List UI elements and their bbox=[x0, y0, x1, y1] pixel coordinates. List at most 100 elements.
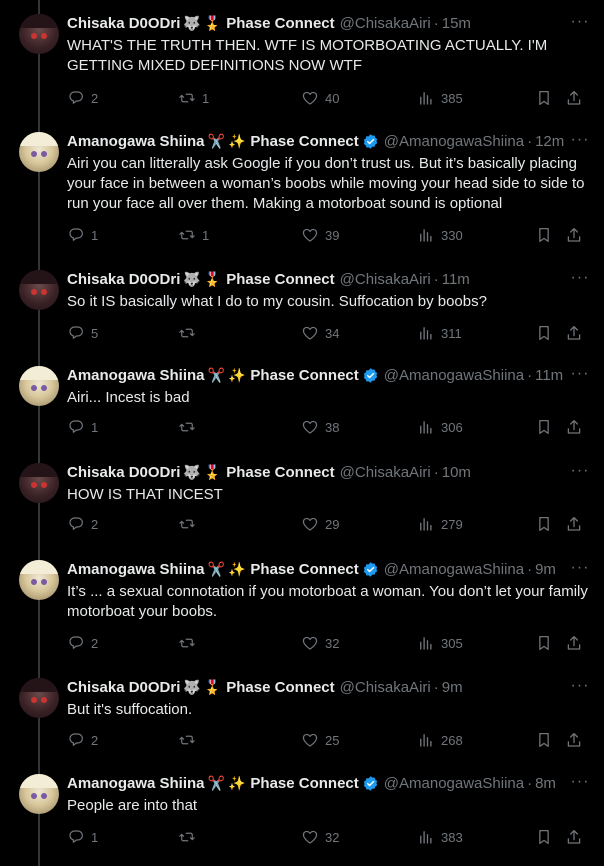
reply-button[interactable]: 1 bbox=[67, 417, 98, 437]
views-button[interactable]: 383 bbox=[417, 827, 463, 847]
timestamp[interactable]: 11m bbox=[442, 271, 470, 288]
like-button[interactable]: 34 bbox=[301, 323, 339, 343]
more-options-icon[interactable]: ··· bbox=[570, 558, 590, 578]
timestamp[interactable]: 11m bbox=[535, 367, 563, 384]
share-button[interactable] bbox=[565, 827, 583, 847]
bookmark-button[interactable] bbox=[535, 225, 553, 245]
handle[interactable]: @ChisakaAiri bbox=[340, 271, 431, 288]
more-options-icon[interactable]: ··· bbox=[570, 364, 590, 384]
more-options-icon[interactable]: ··· bbox=[570, 772, 590, 792]
display-name[interactable]: Amanogawa Shiina ✂️ ✨ Phase Connect bbox=[67, 775, 379, 792]
views-button[interactable]: 330 bbox=[417, 225, 463, 245]
reply-button[interactable]: 2 bbox=[67, 633, 98, 653]
display-name[interactable]: Chisaka D0ODri 🐺 🎖️ Phase Connect bbox=[67, 15, 335, 32]
bookmark-button[interactable] bbox=[535, 88, 553, 108]
display-name[interactable]: Amanogawa Shiina ✂️ ✨ Phase Connect bbox=[67, 133, 379, 150]
tweet[interactable]: Chisaka D0ODri 🐺 🎖️ Phase Connect @Chisa… bbox=[0, 256, 604, 352]
handle[interactable]: @ChisakaAiri bbox=[340, 15, 431, 32]
timestamp[interactable]: 9m bbox=[442, 679, 463, 696]
bookmark-button[interactable] bbox=[535, 323, 553, 343]
retweet-button[interactable]: 1 bbox=[178, 225, 209, 245]
timestamp[interactable]: 10m bbox=[442, 464, 471, 481]
views-button[interactable]: 385 bbox=[417, 88, 463, 108]
retweet-button[interactable] bbox=[178, 514, 202, 534]
views-button[interactable]: 268 bbox=[417, 730, 463, 750]
display-name[interactable]: Chisaka D0ODri 🐺 🎖️ Phase Connect bbox=[67, 271, 335, 288]
tweet[interactable]: Chisaka D0ODri 🐺 🎖️ Phase Connect @Chisa… bbox=[0, 449, 604, 546]
handle[interactable]: @AmanogawaShiina bbox=[384, 561, 524, 578]
display-name[interactable]: Amanogawa Shiina ✂️ ✨ Phase Connect bbox=[67, 367, 379, 384]
bookmark-icon bbox=[539, 635, 549, 651]
bookmark-button[interactable] bbox=[535, 633, 553, 653]
share-button[interactable] bbox=[565, 633, 583, 653]
avatar[interactable] bbox=[19, 366, 59, 406]
tweet[interactable]: Amanogawa Shiina ✂️ ✨ Phase Connect @Ama… bbox=[0, 118, 604, 256]
timestamp[interactable]: 8m bbox=[535, 775, 556, 792]
tweet[interactable]: Chisaka D0ODri 🐺 🎖️ Phase Connect @Chisa… bbox=[0, 664, 604, 760]
share-button[interactable] bbox=[565, 514, 583, 534]
share-button[interactable] bbox=[565, 88, 583, 108]
timestamp[interactable]: 12m bbox=[535, 133, 564, 150]
share-button[interactable] bbox=[565, 225, 583, 245]
like-button[interactable]: 38 bbox=[301, 417, 339, 437]
name-emoji: 🎖️ bbox=[203, 15, 222, 31]
views-button[interactable]: 311 bbox=[417, 323, 462, 343]
reply-button[interactable]: 2 bbox=[67, 730, 98, 750]
bookmark-button[interactable] bbox=[535, 827, 553, 847]
avatar[interactable] bbox=[19, 774, 59, 814]
retweet-button[interactable] bbox=[178, 633, 202, 653]
share-button[interactable] bbox=[565, 417, 583, 437]
handle[interactable]: @AmanogawaShiina bbox=[384, 133, 524, 150]
handle[interactable]: @ChisakaAiri bbox=[340, 679, 431, 696]
more-options-icon[interactable]: ··· bbox=[570, 268, 590, 288]
more-options-icon[interactable]: ··· bbox=[570, 676, 590, 696]
views-button[interactable]: 305 bbox=[417, 633, 463, 653]
bookmark-button[interactable] bbox=[535, 417, 553, 437]
like-button[interactable]: 32 bbox=[301, 633, 339, 653]
handle[interactable]: @AmanogawaShiina bbox=[384, 775, 524, 792]
like-button[interactable]: 25 bbox=[301, 730, 339, 750]
display-name-text: Amanogawa Shiina bbox=[67, 132, 205, 150]
tweet[interactable]: Amanogawa Shiina ✂️ ✨ Phase Connect @Ama… bbox=[0, 352, 604, 449]
like-button[interactable]: 39 bbox=[301, 225, 339, 245]
avatar[interactable] bbox=[19, 560, 59, 600]
views-button[interactable]: 306 bbox=[417, 417, 463, 437]
retweet-button[interactable] bbox=[178, 827, 202, 847]
display-name[interactable]: Amanogawa Shiina ✂️ ✨ Phase Connect bbox=[67, 561, 379, 578]
more-options-icon[interactable]: ··· bbox=[570, 12, 590, 32]
display-name[interactable]: Chisaka D0ODri 🐺 🎖️ Phase Connect bbox=[67, 679, 335, 696]
name-emoji: ✨ bbox=[227, 367, 246, 383]
display-name[interactable]: Chisaka D0ODri 🐺 🎖️ Phase Connect bbox=[67, 464, 335, 481]
avatar[interactable] bbox=[19, 678, 59, 718]
timestamp[interactable]: 15m bbox=[442, 15, 471, 32]
share-button[interactable] bbox=[565, 323, 583, 343]
more-options-icon[interactable]: ··· bbox=[570, 130, 590, 150]
reply-button[interactable]: 1 bbox=[67, 225, 98, 245]
timestamp[interactable]: 9m bbox=[535, 561, 556, 578]
tweet[interactable]: Amanogawa Shiina ✂️ ✨ Phase Connect @Ama… bbox=[0, 760, 604, 866]
tweet[interactable]: Chisaka D0ODri 🐺 🎖️ Phase Connect @Chisa… bbox=[0, 0, 604, 118]
more-options-icon[interactable]: ··· bbox=[570, 461, 590, 481]
views-button[interactable]: 279 bbox=[417, 514, 463, 534]
reply-button[interactable]: 1 bbox=[67, 827, 98, 847]
retweet-button[interactable] bbox=[178, 730, 202, 750]
retweet-button[interactable]: 1 bbox=[178, 88, 209, 108]
retweet-button[interactable] bbox=[178, 323, 202, 343]
bookmark-button[interactable] bbox=[535, 730, 553, 750]
reply-button[interactable]: 5 bbox=[67, 323, 98, 343]
tweet[interactable]: Amanogawa Shiina ✂️ ✨ Phase Connect @Ama… bbox=[0, 546, 604, 664]
like-button[interactable]: 32 bbox=[301, 827, 339, 847]
bookmark-button[interactable] bbox=[535, 514, 553, 534]
avatar[interactable] bbox=[19, 14, 59, 54]
avatar[interactable] bbox=[19, 270, 59, 310]
retweet-button[interactable] bbox=[178, 417, 202, 437]
avatar[interactable] bbox=[19, 463, 59, 503]
avatar[interactable] bbox=[19, 132, 59, 172]
share-button[interactable] bbox=[565, 730, 583, 750]
reply-button[interactable]: 2 bbox=[67, 514, 98, 534]
handle[interactable]: @ChisakaAiri bbox=[340, 464, 431, 481]
handle[interactable]: @AmanogawaShiina bbox=[384, 367, 524, 384]
like-button[interactable]: 29 bbox=[301, 514, 339, 534]
like-button[interactable]: 40 bbox=[301, 88, 339, 108]
reply-button[interactable]: 2 bbox=[67, 88, 98, 108]
